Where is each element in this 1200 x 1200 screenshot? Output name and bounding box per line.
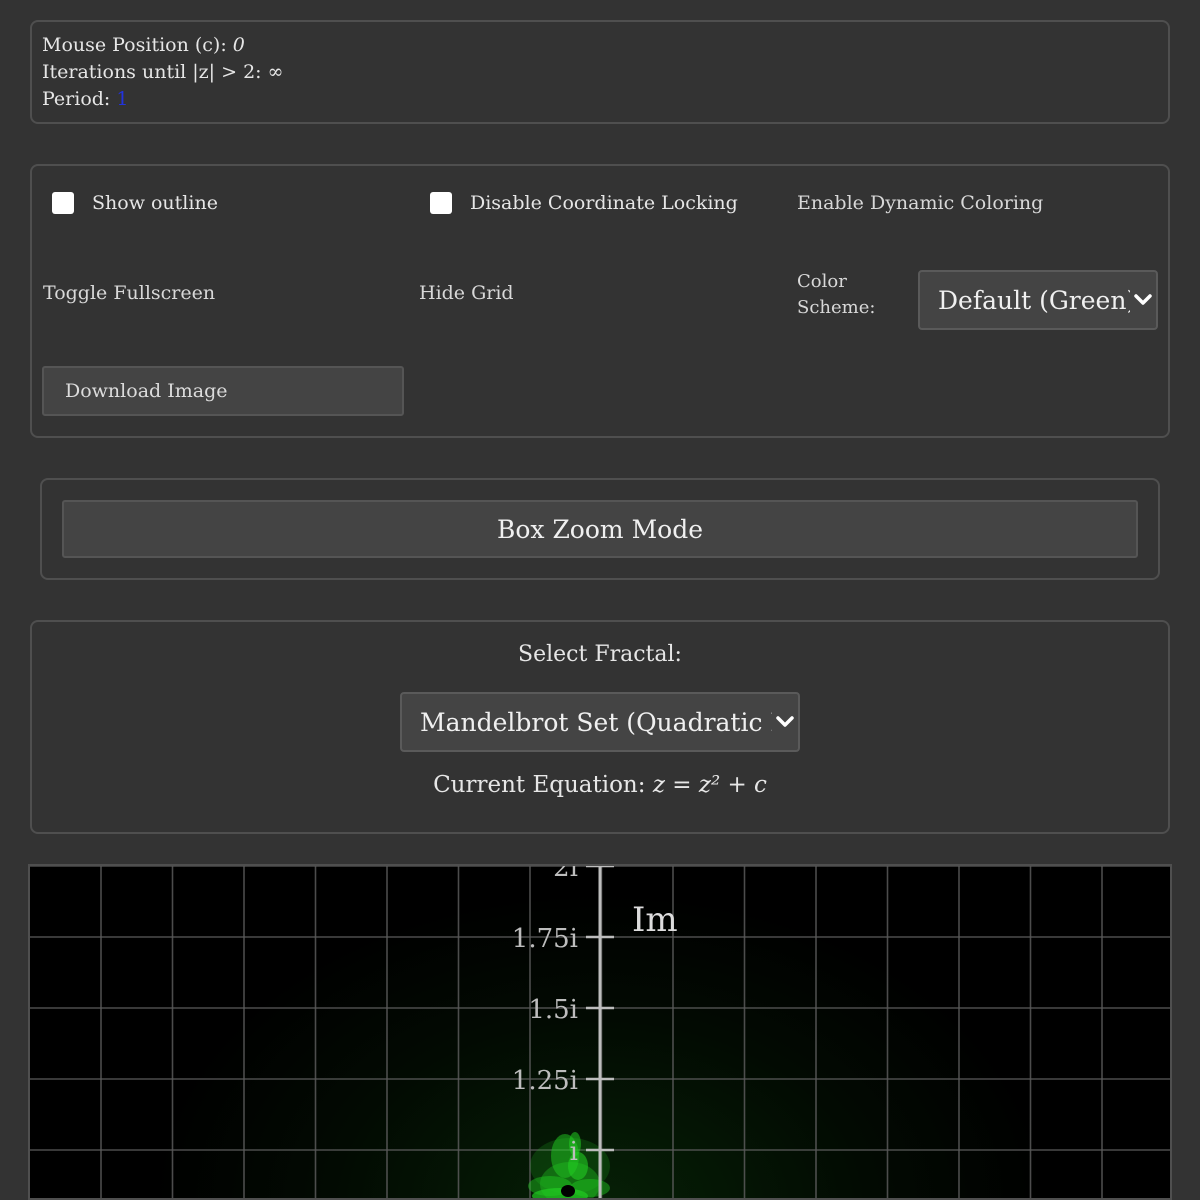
iterations-label: Iterations until |z| > 2: [42,61,268,83]
show-outline-checkbox[interactable] [52,192,74,214]
dynamic-coloring-toggle[interactable]: Enable Dynamic Coloring [797,192,1043,214]
toggle-fullscreen-button[interactable]: Toggle Fullscreen [43,282,215,304]
fractal-panel: Select Fractal: Mandelbrot Set (Quadrati… [30,620,1170,834]
options-panel: Show outline Disable Coordinate Locking … [30,164,1170,438]
color-scheme-label: Color Scheme: [797,271,876,318]
fractal-core [561,1185,575,1197]
hide-grid-button[interactable]: Hide Grid [419,282,514,304]
mouse-position-line: Mouse Position (c): 0 [42,32,1158,59]
fractal-select-value: Mandelbrot Set (Quadratic Map) [420,707,772,737]
period-line: Period: 1 [42,86,1158,113]
equation-formula: z = z² + c [652,772,767,798]
fractal-plot[interactable]: 2i 1.75i 1.5i 1.25i i Im [30,866,1170,1198]
iterations-value: ∞ [267,61,284,83]
tick-label: 1.5i [528,995,578,1025]
period-value: 1 [116,88,129,110]
fractal-select[interactable]: Mandelbrot Set (Quadratic Map) [400,692,800,752]
box-zoom-mode-button[interactable]: Box Zoom Mode [62,500,1138,558]
tick-label: 1.75i [512,924,578,954]
info-panel: Mouse Position (c): 0 Iterations until |… [30,20,1170,124]
chevron-down-icon [1130,294,1156,306]
mouse-position-label: Mouse Position (c): [42,34,233,56]
equation-label: Current Equation: [433,772,653,798]
iterations-line: Iterations until |z| > 2: ∞ [42,59,1158,86]
color-scheme-value: Default (Green) [938,285,1130,315]
fractal-canvas[interactable]: 2i 1.75i 1.5i 1.25i i Im [28,864,1172,1200]
period-label: Period: [42,88,117,110]
zoom-panel: Box Zoom Mode [40,478,1160,580]
disable-locking-checkbox[interactable] [430,192,452,214]
show-outline-label: Show outline [92,192,218,214]
download-image-button[interactable]: Download Image [42,366,404,416]
mouse-position-value: 0 [232,34,245,56]
tick-label: 2i [553,866,578,883]
disable-locking-option[interactable]: Disable Coordinate Locking [430,192,738,214]
disable-locking-label: Disable Coordinate Locking [470,192,738,214]
color-scheme-select[interactable]: Default (Green) [918,270,1158,330]
axis-label: Im [632,900,678,940]
tick-label: i [570,1137,578,1167]
tick-label: 1.25i [512,1066,578,1096]
current-equation: Current Equation: z = z² + c [32,772,1168,798]
show-outline-option[interactable]: Show outline [52,192,218,214]
select-fractal-label: Select Fractal: [518,642,682,667]
chevron-down-icon [772,716,798,728]
